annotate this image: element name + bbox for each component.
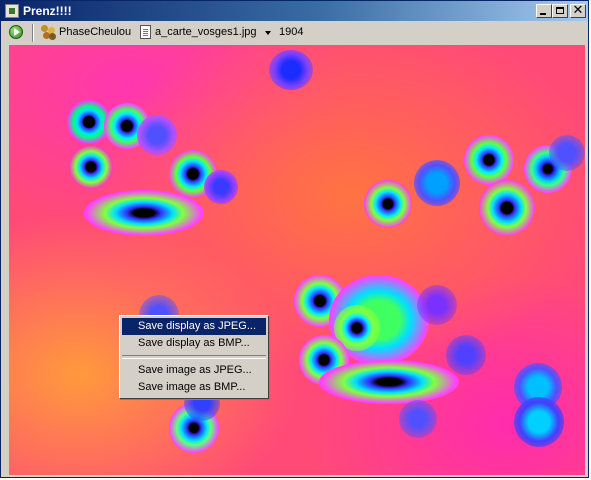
toolbar: PhaseCheulou a_carte_vosges1.jpg 1904 [1,21,588,45]
file-icon[interactable] [140,25,151,39]
play-icon[interactable] [9,25,23,39]
app-icon[interactable] [5,4,19,18]
file-name-label[interactable]: a_carte_vosges1.jpg [155,26,257,38]
frame-number[interactable]: 1904 [279,26,303,38]
mode-selector[interactable]: PhaseCheulou [59,26,131,38]
close-button[interactable]: ✕ [570,3,586,18]
window-title: Prenz!!!! [23,4,72,18]
image-canvas[interactable]: Save display as JPEG... Save display as … [9,45,585,475]
context-menu: Save display as JPEG... Save display as … [119,315,269,399]
minimize-icon [540,13,546,15]
app-window: Prenz!!!! ✕ PhaseCheulou a_carte_vosges1… [0,0,589,478]
menu-separator [122,355,266,359]
minimize-button[interactable] [536,4,552,18]
menu-item-save-display-jpeg[interactable]: Save display as JPEG... [122,318,266,335]
maximize-icon [556,7,564,14]
menu-item-save-image-bmp[interactable]: Save image as BMP... [122,379,266,396]
menu-item-save-image-jpeg[interactable]: Save image as JPEG... [122,362,266,379]
title-bar[interactable]: Prenz!!!! ✕ [1,1,588,21]
close-icon: ✕ [572,3,584,18]
chevron-down-icon[interactable] [265,31,271,35]
phase-mode-icon[interactable] [41,25,56,40]
menu-item-save-display-bmp[interactable]: Save display as BMP... [122,335,266,352]
maximize-button[interactable] [552,4,568,18]
phase-heatmap-image[interactable] [9,45,585,475]
toolbar-separator [32,24,34,42]
